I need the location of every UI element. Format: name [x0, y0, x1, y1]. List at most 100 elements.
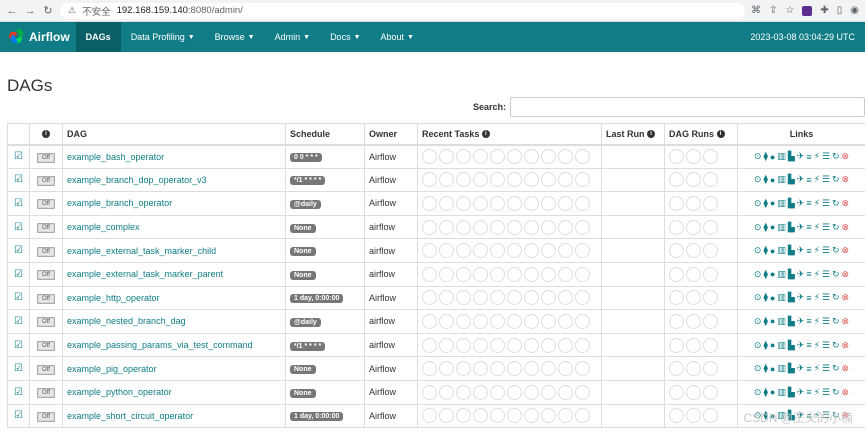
- task-state-circle[interactable]: [507, 149, 522, 165]
- landing-times-icon[interactable]: ✈: [797, 340, 805, 351]
- task-state-circle[interactable]: [558, 384, 573, 400]
- task-state-circle[interactable]: [473, 313, 488, 329]
- duration-icon[interactable]: ▥: [777, 316, 786, 327]
- task-state-circle[interactable]: [524, 266, 539, 282]
- task-state-circle[interactable]: [575, 408, 590, 424]
- trigger-dag-icon[interactable]: ⊙: [754, 363, 762, 374]
- dag-toggle[interactable]: Off: [37, 364, 55, 375]
- tree-view-icon[interactable]: ⧫: [763, 222, 767, 233]
- run-state-circle[interactable]: [686, 384, 701, 400]
- code-icon[interactable]: ⚡: [814, 151, 820, 162]
- tries-icon[interactable]: ▙: [788, 363, 795, 374]
- extension-icon[interactable]: [802, 5, 813, 16]
- star-icon[interactable]: ☆: [785, 5, 794, 16]
- task-state-circle[interactable]: [558, 219, 573, 235]
- profile-icon[interactable]: ◉: [850, 5, 859, 16]
- dag-link[interactable]: example_branch_dop_operator_v3: [67, 175, 207, 185]
- task-state-circle[interactable]: [507, 313, 522, 329]
- task-state-circle[interactable]: [456, 337, 471, 353]
- refresh-icon[interactable]: ↻: [832, 363, 840, 374]
- task-state-circle[interactable]: [575, 266, 590, 282]
- task-state-circle[interactable]: [490, 290, 505, 306]
- task-state-circle[interactable]: [575, 243, 590, 259]
- task-state-circle[interactable]: [490, 149, 505, 165]
- tries-icon[interactable]: ▙: [788, 151, 795, 162]
- edit-icon[interactable]: ☑: [14, 222, 23, 233]
- task-state-circle[interactable]: [558, 408, 573, 424]
- task-state-circle[interactable]: [507, 361, 522, 377]
- task-state-circle[interactable]: [422, 149, 437, 165]
- task-state-circle[interactable]: [541, 243, 556, 259]
- task-state-circle[interactable]: [456, 313, 471, 329]
- task-state-circle[interactable]: [524, 149, 539, 165]
- task-state-circle[interactable]: [456, 290, 471, 306]
- trigger-dag-icon[interactable]: ⊙: [754, 316, 762, 327]
- gantt-icon[interactable]: ≡: [806, 364, 811, 374]
- tree-view-icon[interactable]: ⧫: [763, 316, 767, 327]
- nav-dags[interactable]: DAGs: [75, 22, 121, 52]
- task-state-circle[interactable]: [473, 384, 488, 400]
- code-icon[interactable]: ⚡: [814, 292, 820, 303]
- task-state-circle[interactable]: [558, 313, 573, 329]
- sidebar-icon[interactable]: ▯: [837, 5, 843, 16]
- tree-view-icon[interactable]: ⧫: [763, 292, 767, 303]
- task-state-circle[interactable]: [575, 313, 590, 329]
- task-state-circle[interactable]: [558, 361, 573, 377]
- tree-view-icon[interactable]: ⧫: [763, 340, 767, 351]
- landing-times-icon[interactable]: ✈: [797, 316, 805, 327]
- task-state-circle[interactable]: [558, 172, 573, 188]
- edit-icon[interactable]: ☑: [14, 174, 23, 185]
- gantt-icon[interactable]: ≡: [806, 316, 811, 326]
- task-state-circle[interactable]: [507, 384, 522, 400]
- task-state-circle[interactable]: [456, 384, 471, 400]
- gantt-icon[interactable]: ≡: [806, 198, 811, 208]
- forward-icon[interactable]: →: [24, 5, 36, 17]
- run-state-circle[interactable]: [703, 313, 718, 329]
- trigger-dag-icon[interactable]: ⊙: [754, 387, 762, 398]
- graph-view-icon[interactable]: ●: [770, 387, 775, 397]
- gantt-icon[interactable]: ≡: [806, 152, 811, 162]
- task-state-circle[interactable]: [490, 384, 505, 400]
- logs-icon[interactable]: ☰: [822, 269, 830, 280]
- task-state-circle[interactable]: [473, 219, 488, 235]
- landing-times-icon[interactable]: ✈: [797, 151, 805, 162]
- dag-toggle[interactable]: Off: [37, 388, 55, 399]
- code-icon[interactable]: ⚡: [814, 340, 820, 351]
- graph-view-icon[interactable]: ●: [770, 269, 775, 279]
- task-state-circle[interactable]: [439, 337, 454, 353]
- dag-toggle[interactable]: Off: [37, 152, 55, 163]
- delete-icon[interactable]: ⊗: [842, 222, 850, 233]
- task-state-circle[interactable]: [541, 195, 556, 211]
- run-state-circle[interactable]: [686, 337, 701, 353]
- refresh-icon[interactable]: ↻: [832, 222, 840, 233]
- nav-admin[interactable]: Admin ▼: [265, 22, 320, 52]
- task-state-circle[interactable]: [439, 243, 454, 259]
- task-state-circle[interactable]: [541, 313, 556, 329]
- landing-times-icon[interactable]: ✈: [797, 222, 805, 233]
- logs-icon[interactable]: ☰: [822, 316, 830, 327]
- refresh-icon[interactable]: ↻: [832, 292, 840, 303]
- trigger-dag-icon[interactable]: ⊙: [754, 222, 762, 233]
- dag-toggle[interactable]: Off: [37, 246, 55, 257]
- task-state-circle[interactable]: [524, 172, 539, 188]
- task-state-circle[interactable]: [507, 408, 522, 424]
- code-icon[interactable]: ⚡: [814, 245, 820, 256]
- task-state-circle[interactable]: [558, 195, 573, 211]
- edit-icon[interactable]: ☑: [14, 316, 23, 327]
- run-state-circle[interactable]: [703, 219, 718, 235]
- task-state-circle[interactable]: [473, 149, 488, 165]
- trigger-dag-icon[interactable]: ⊙: [754, 151, 762, 162]
- header-schedule[interactable]: Schedule: [285, 123, 365, 146]
- task-state-circle[interactable]: [439, 290, 454, 306]
- run-state-circle[interactable]: [669, 313, 684, 329]
- dag-toggle[interactable]: Off: [37, 223, 55, 234]
- refresh-icon[interactable]: ↻: [832, 340, 840, 351]
- graph-view-icon[interactable]: ●: [770, 340, 775, 350]
- run-state-circle[interactable]: [686, 172, 701, 188]
- task-state-circle[interactable]: [558, 337, 573, 353]
- task-state-circle[interactable]: [507, 266, 522, 282]
- dag-link[interactable]: example_external_task_marker_child: [67, 246, 216, 256]
- delete-icon[interactable]: ⊗: [842, 316, 850, 327]
- run-state-circle[interactable]: [703, 337, 718, 353]
- task-state-circle[interactable]: [490, 266, 505, 282]
